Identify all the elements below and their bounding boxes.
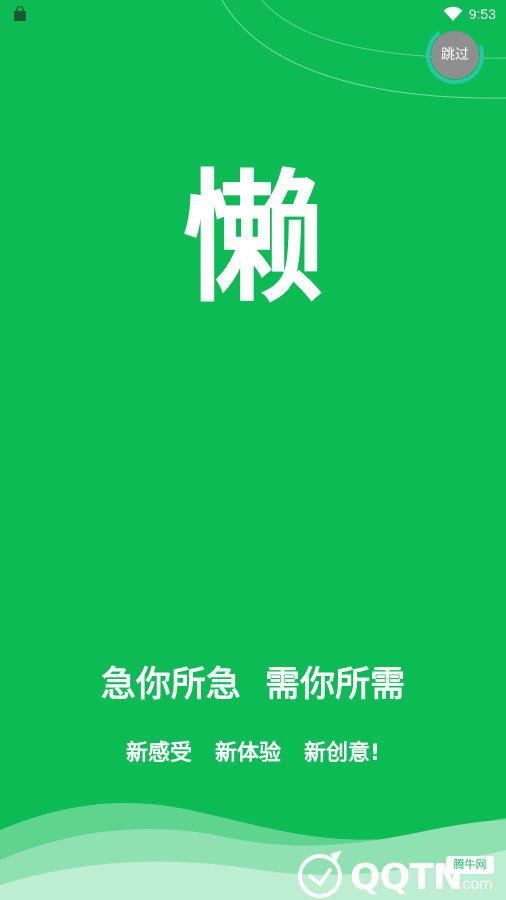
watermark-domain: .com bbox=[458, 876, 493, 893]
slogan-main: 急你所急 需你所需 bbox=[100, 665, 406, 705]
status-bar: 9:53 bbox=[0, 0, 506, 28]
skip-control: 跳过 bbox=[426, 26, 484, 84]
watermark-cn-label: 腾牛网 bbox=[446, 856, 494, 874]
status-right: 9:53 bbox=[443, 4, 496, 24]
watermark: QQTN 腾牛网 .com bbox=[296, 836, 502, 898]
skip-button[interactable]: 跳过 bbox=[431, 31, 479, 79]
status-time: 9:53 bbox=[468, 6, 496, 22]
app-logo-character: 懒 bbox=[182, 157, 324, 322]
shopping-bag-icon bbox=[14, 6, 26, 21]
wifi-icon bbox=[443, 6, 463, 21]
slogan-sub: 新感受 新体验 新创意! bbox=[126, 741, 380, 766]
qqtn-logo-icon bbox=[298, 850, 342, 898]
